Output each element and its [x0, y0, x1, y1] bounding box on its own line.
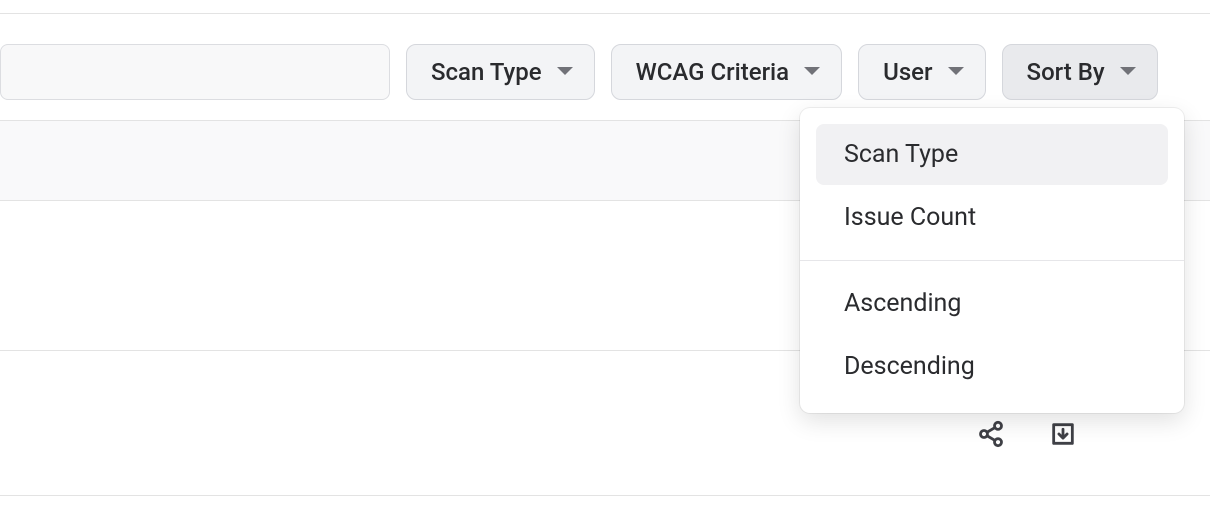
- chevron-down-icon: [1119, 63, 1137, 81]
- sort-direction-descending[interactable]: Descending: [816, 336, 1168, 397]
- sort-option-issue-count[interactable]: Issue Count: [816, 187, 1168, 248]
- row-actions: [975, 418, 1079, 450]
- chevron-down-icon: [803, 63, 821, 81]
- top-border-area: [0, 0, 1210, 14]
- sort-option-scan-type[interactable]: Scan Type: [816, 124, 1168, 185]
- sort-option-label: Issue Count: [844, 203, 976, 232]
- sort-direction-label: Ascending: [844, 289, 961, 318]
- chevron-down-icon: [947, 63, 965, 81]
- sort-by-filter[interactable]: Sort By: [1002, 44, 1158, 100]
- sort-field-section: Scan Type Issue Count: [800, 124, 1184, 248]
- wcag-criteria-filter[interactable]: WCAG Criteria: [611, 44, 843, 100]
- scan-type-filter-label: Scan Type: [431, 58, 542, 86]
- chevron-down-icon: [556, 63, 574, 81]
- sort-direction-ascending[interactable]: Ascending: [816, 273, 1168, 334]
- sort-direction-section: Ascending Descending: [800, 273, 1184, 397]
- dropdown-divider: [800, 260, 1184, 261]
- sort-direction-label: Descending: [844, 352, 975, 381]
- download-icon[interactable]: [1047, 418, 1079, 450]
- share-icon[interactable]: [975, 418, 1007, 450]
- filter-bar: Scan Type WCAG Criteria User Sort By: [0, 14, 1210, 120]
- scan-type-filter[interactable]: Scan Type: [406, 44, 595, 100]
- wcag-criteria-filter-label: WCAG Criteria: [636, 58, 790, 86]
- user-filter-label: User: [883, 58, 932, 86]
- search-input[interactable]: [0, 44, 390, 100]
- sort-by-filter-label: Sort By: [1027, 58, 1105, 86]
- user-filter[interactable]: User: [858, 44, 985, 100]
- sort-option-label: Scan Type: [844, 140, 958, 169]
- sort-by-dropdown: Scan Type Issue Count Ascending Descendi…: [800, 108, 1184, 413]
